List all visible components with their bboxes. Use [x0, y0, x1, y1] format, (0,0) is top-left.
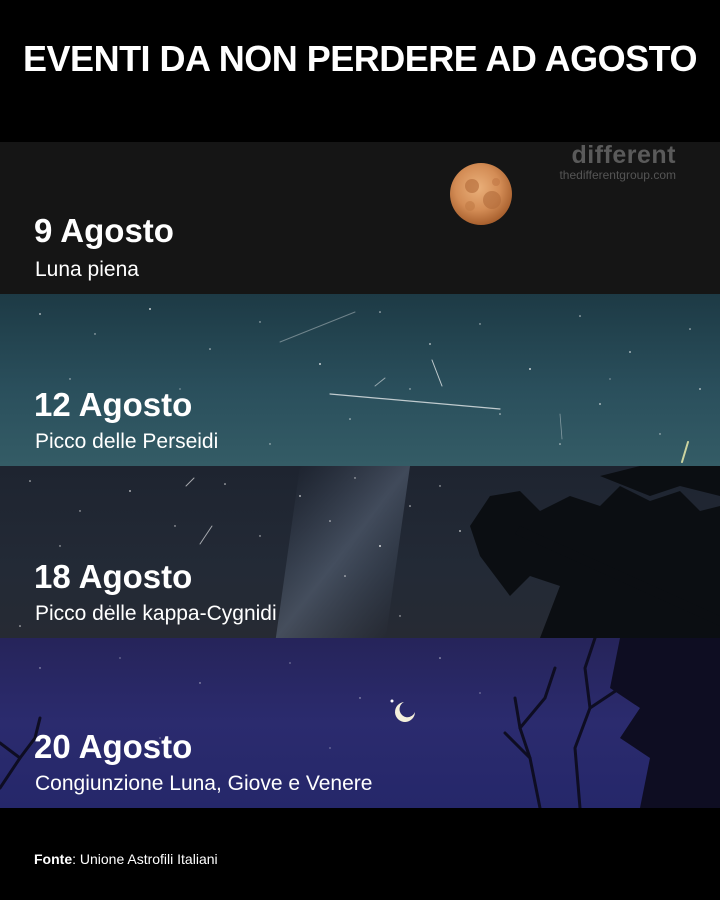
- event-panel-perseids: 12 Agosto Picco delle Perseidi: [0, 294, 720, 466]
- event-panel-full-moon: different thedifferentgroup.com 9 Agosto…: [0, 142, 720, 294]
- event-description: Picco delle Perseidi: [35, 430, 219, 453]
- event-date: 20 Agosto: [34, 728, 193, 765]
- brand-url: thedifferentgroup.com: [559, 168, 676, 182]
- crescent-moon-icon: [395, 702, 415, 722]
- header: EVENTI DA NON PERDERE AD AGOSTO: [0, 0, 720, 142]
- source-label: Fonte: [34, 851, 73, 867]
- page-title: EVENTI DA NON PERDERE AD AGOSTO: [23, 38, 697, 79]
- brand-watermark: different thedifferentgroup.com: [559, 142, 676, 182]
- full-moon-icon: [450, 163, 512, 225]
- brand-name: different: [571, 142, 676, 169]
- event-date: 18 Agosto: [34, 558, 193, 595]
- source-text: : Unione Astrofili Italiani: [72, 851, 218, 867]
- footer: Fonte: Unione Astrofili Italiani: [0, 808, 720, 900]
- source-note: Fonte: Unione Astrofili Italiani: [34, 851, 218, 867]
- event-date: 12 Agosto: [34, 386, 193, 423]
- event-date: 9 Agosto: [34, 212, 174, 249]
- event-description: Luna piena: [35, 258, 139, 281]
- event-panel-conjunction: 20 Agosto Congiunzione Luna, Giove e Ven…: [0, 638, 720, 808]
- planet-dot: [390, 699, 394, 703]
- event-description: Picco delle kappa-Cygnidi: [35, 602, 277, 625]
- event-description: Congiunzione Luna, Giove e Venere: [35, 772, 373, 795]
- event-panel-kappa-cygnids: 18 Agosto Picco delle kappa-Cygnidi: [0, 466, 720, 638]
